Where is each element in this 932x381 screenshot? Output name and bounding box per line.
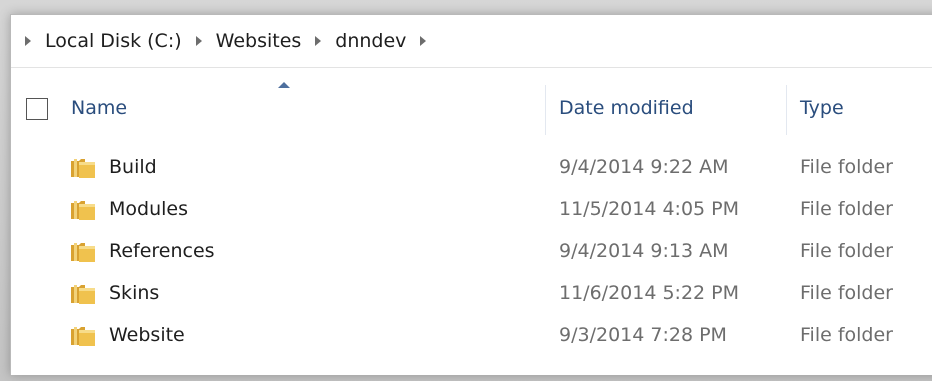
column-header: Name Date modified Type <box>11 77 932 141</box>
file-type: File folder <box>800 156 893 178</box>
sort-ascending-icon <box>278 82 290 88</box>
file-type: File folder <box>800 198 893 220</box>
file-type: File folder <box>800 240 893 262</box>
file-date-modified: 11/6/2014 5:22 PM <box>559 282 740 304</box>
folder-icon <box>71 201 95 220</box>
chevron-right-icon[interactable] <box>315 36 322 46</box>
column-divider[interactable] <box>786 85 787 135</box>
file-date-modified: 9/4/2014 9:22 AM <box>559 156 729 178</box>
list-item[interactable]: Skins 11/6/2014 5:22 PM File folder <box>11 273 932 315</box>
folder-icon <box>71 243 95 262</box>
file-explorer-window: Local Disk (C:) Websites dnndev Name Dat… <box>10 14 932 375</box>
file-type: File folder <box>800 324 893 346</box>
chevron-right-icon[interactable] <box>195 36 202 46</box>
file-name: References <box>109 240 215 262</box>
breadcrumb-item-local-disk[interactable]: Local Disk (C:) <box>45 30 182 52</box>
column-header-type[interactable]: Type <box>800 97 844 119</box>
file-name: Website <box>109 324 185 346</box>
file-date-modified: 11/5/2014 4:05 PM <box>559 198 740 220</box>
breadcrumb: Local Disk (C:) Websites dnndev <box>11 15 932 68</box>
list-item[interactable]: References 9/4/2014 9:13 AM File folder <box>11 231 932 273</box>
breadcrumb-item-dnndev[interactable]: dnndev <box>335 30 406 52</box>
list-item[interactable]: Website 9/3/2014 7:28 PM File folder <box>11 315 932 357</box>
breadcrumb-item-websites[interactable]: Websites <box>216 30 302 52</box>
folder-icon <box>71 285 95 304</box>
chevron-right-icon[interactable] <box>25 36 31 46</box>
column-header-date-modified[interactable]: Date modified <box>559 97 694 119</box>
column-divider[interactable] <box>545 85 546 135</box>
column-header-name[interactable]: Name <box>71 97 127 119</box>
file-date-modified: 9/4/2014 9:13 AM <box>559 240 729 262</box>
file-name: Modules <box>109 198 188 220</box>
file-date-modified: 9/3/2014 7:28 PM <box>559 324 727 346</box>
list-item[interactable]: Modules 11/5/2014 4:05 PM File folder <box>11 189 932 231</box>
select-all-checkbox[interactable] <box>26 98 48 120</box>
chevron-right-icon[interactable] <box>420 36 427 46</box>
folder-icon <box>71 159 95 178</box>
folder-icon <box>71 327 95 346</box>
screenshot-canvas: Local Disk (C:) Websites dnndev Name Dat… <box>0 0 932 381</box>
list-item[interactable]: Build 9/4/2014 9:22 AM File folder <box>11 147 932 189</box>
file-name: Build <box>109 156 157 178</box>
file-type: File folder <box>800 282 893 304</box>
file-name: Skins <box>109 282 160 304</box>
file-list: Build 9/4/2014 9:22 AM File folder Modul… <box>11 147 932 357</box>
